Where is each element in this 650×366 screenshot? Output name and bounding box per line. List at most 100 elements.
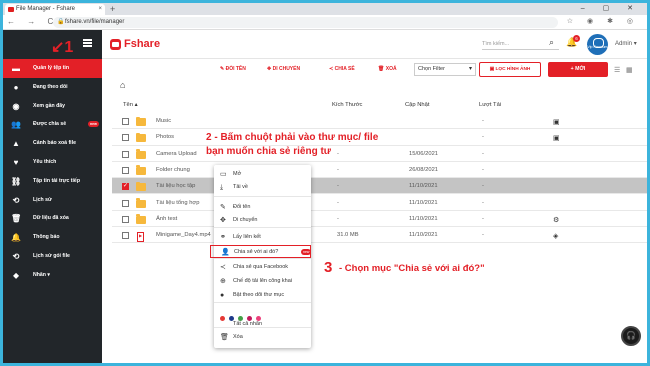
avatar[interactable]: Vip Premium xyxy=(587,34,608,55)
list-view-icon[interactable]: ☰ xyxy=(614,66,620,74)
tab-title: File Manager - Fshare xyxy=(16,6,76,12)
sidebar-item[interactable]: ⟲ Lịch sử gói file xyxy=(3,247,102,266)
table-row[interactable]: ▶ Minigame_Day4.mp4 31.0 MB 11/10/2021 - ◈ xyxy=(112,227,647,244)
share-button[interactable]: ≺ CHIA SẺ xyxy=(329,66,355,72)
menu-item[interactable]: ● Bật theo dõi thư mục xyxy=(214,289,311,302)
row-name[interactable]: Ảnh test xyxy=(156,216,177,222)
menu-item[interactable]: 🗑 Xóa xyxy=(214,331,311,344)
home-icon[interactable]: ⌂ xyxy=(120,80,125,90)
row-name[interactable]: Camera Upload xyxy=(156,151,197,157)
close-tab-icon[interactable]: × xyxy=(98,4,102,15)
row-name[interactable]: Music xyxy=(156,118,171,124)
new-button[interactable]: + MỚI xyxy=(548,62,608,77)
label-color-dot[interactable] xyxy=(247,316,252,321)
row-checkbox[interactable] xyxy=(122,150,129,158)
user-menu[interactable]: Admin ▾ xyxy=(615,40,637,47)
sidebar-item[interactable]: ♥ Yêu thích xyxy=(3,153,102,172)
sidebar-item[interactable]: ⬥ Nhãn ▾ xyxy=(3,266,102,285)
filter-select[interactable]: Chọn Filter xyxy=(414,63,476,76)
menu-item[interactable]: ⊕ Chế độ tải lên công khai xyxy=(214,275,311,288)
row-size: - xyxy=(337,199,339,206)
label-color-dot[interactable] xyxy=(220,316,225,321)
table-row[interactable]: Photos - ▣ xyxy=(112,129,647,146)
label-color-dot[interactable] xyxy=(229,316,234,321)
window-controls[interactable]: – ▢ ✕ xyxy=(581,3,641,15)
label-color-dot[interactable] xyxy=(256,316,261,321)
column-updated[interactable]: Cập Nhật xyxy=(405,102,430,108)
table-row[interactable]: Tài liệu học tập - 11/10/2021 - xyxy=(112,178,647,195)
row-name[interactable]: Tài liệu tổng hợp xyxy=(156,200,199,206)
row-checkbox[interactable] xyxy=(122,166,129,174)
browser-nav-buttons[interactable]: ← → C xyxy=(7,17,58,26)
annotation-step-1-number: 1 xyxy=(64,39,74,56)
row-checkbox[interactable] xyxy=(122,118,129,125)
table-row[interactable]: Folder chung - 26/08/2021 - xyxy=(112,162,647,179)
hamburger-menu-icon[interactable] xyxy=(83,39,92,47)
menu-item[interactable]: ✎ Đổi tên xyxy=(214,201,311,214)
menu-item[interactable]: ⤓ Tải về xyxy=(214,181,311,194)
sidebar-item[interactable]: 🔔 Thông báo xyxy=(3,228,102,247)
row-checkbox[interactable] xyxy=(122,134,129,142)
delete-button[interactable]: 🗑 XOÁ xyxy=(378,66,397,72)
folder-icon xyxy=(136,181,146,192)
label-color-dot[interactable] xyxy=(238,316,243,321)
grid-view-icon[interactable]: ▦ xyxy=(626,66,633,74)
row-checkbox[interactable] xyxy=(122,182,129,191)
sidebar-item-label: Thông báo xyxy=(33,234,60,241)
context-menu: ▭ Mở ⤓ Tải về ✎ Đổi tên ✥ Di chuyển ⚭ Lấy liên kế… xyxy=(210,165,312,348)
table-row[interactable]: Tài liệu tổng hợp - 11/10/2021 - xyxy=(112,195,647,211)
rename-button[interactable]: ✎ ĐỔI TÊN xyxy=(220,66,246,72)
sidebar-item[interactable]: 🗑 Dữ liệu đã xóa xyxy=(3,209,102,228)
table-row[interactable]: Ảnh test - 11/10/2021 - ⚙ xyxy=(112,211,647,228)
address-bar[interactable]: 🔒 fshare.vn/file/manager xyxy=(53,17,558,28)
file-toolbar: ✎ ĐỔI TÊN ✥ DI CHUYỂN ≺ CHIA SẺ 🗑 XOÁ Ch… xyxy=(102,60,647,80)
sidebar-item[interactable]: ● Đang theo dõi xyxy=(3,78,102,97)
annotation-step-3-text: - Chọn mục "Chia sẻ với ai đó?" xyxy=(339,263,485,274)
row-downloads: - xyxy=(482,232,484,239)
sidebar: ▬ Quản lý tệp tin ● Đang theo dõi ◉ Xem gần đ… xyxy=(3,30,102,363)
row-updated: 11/10/2021 xyxy=(409,183,438,190)
menu-item-label: Xóa xyxy=(233,334,243,340)
browser-tab[interactable]: File Manager - Fshare × xyxy=(5,4,105,15)
new-tab-button[interactable]: + xyxy=(110,3,115,15)
menu-item[interactable]: ≺ Chia sẻ qua Facebook xyxy=(214,261,311,274)
table-row[interactable]: Camera Upload - 15/06/2021 - xyxy=(112,146,647,162)
sidebar-item[interactable]: ◉ Xem gần đây xyxy=(3,97,102,116)
row-checkbox[interactable] xyxy=(122,199,129,207)
table-header: Tên ▴ Kích Thước Cập Nhật Lượt Tải xyxy=(102,99,647,113)
row-checkbox[interactable] xyxy=(122,215,129,223)
fshare-logo[interactable]: Fshare xyxy=(110,38,160,51)
menu-item[interactable]: ⚭ Lấy liên kết xyxy=(214,231,311,244)
row-name[interactable]: Folder chung xyxy=(156,167,190,173)
download-icon: ⤓ xyxy=(220,184,224,191)
sidebar-item-label: Quản lý tệp tin xyxy=(33,65,70,71)
menu-item[interactable]: 👤 Chia sẻ với ai đó? new xyxy=(210,245,312,258)
table-row[interactable]: Music - ▣ xyxy=(112,113,647,130)
row-size: - xyxy=(337,150,339,157)
sidebar-item[interactable]: 👥 Được chia sẻ new xyxy=(3,115,102,134)
sidebar-item[interactable]: ⛓ Tập tin tải trực tiếp xyxy=(3,172,102,191)
row-name[interactable]: Tài liệu học tập xyxy=(156,183,195,189)
menu-item[interactable]: ▭ Mở xyxy=(214,168,311,181)
sidebar-item[interactable]: ▲ Cảnh báo xoá file xyxy=(3,134,102,153)
menu-item-label: Lấy liên kết xyxy=(233,234,261,240)
move-icon: ✥ xyxy=(220,217,226,224)
search-input[interactable]: Tìm kiếm... xyxy=(482,38,559,50)
row-name[interactable]: Minigame_Day4.mp4 xyxy=(156,232,211,238)
image-filter-button[interactable]: ▣ LỌC HÌNH ẢNH xyxy=(479,62,541,77)
menu-item[interactable]: ✥ Di chuyển xyxy=(214,214,311,227)
support-headset-button[interactable]: 🎧 xyxy=(621,326,641,346)
link-icon: ⛓ xyxy=(11,176,22,186)
sidebar-item-label: Lịch sử gói file xyxy=(33,252,70,259)
extension-icons[interactable]: ☆ ◉ ✱ ◎ xyxy=(567,17,639,25)
row-checkbox[interactable] xyxy=(122,232,129,240)
move-button[interactable]: ✥ DI CHUYỂN xyxy=(267,66,300,72)
column-name[interactable]: Tên ▴ xyxy=(123,102,138,108)
search-icon[interactable]: ⌕ xyxy=(549,37,554,48)
column-size[interactable]: Kích Thước xyxy=(332,102,362,108)
folder-icon xyxy=(136,149,146,159)
row-name[interactable]: Photos xyxy=(156,134,174,140)
sidebar-item[interactable]: ▬ Quản lý tệp tin xyxy=(3,59,102,78)
sidebar-item[interactable]: ⟲ Lịch sử xyxy=(3,191,102,210)
column-downloads[interactable]: Lượt Tải xyxy=(479,102,501,108)
